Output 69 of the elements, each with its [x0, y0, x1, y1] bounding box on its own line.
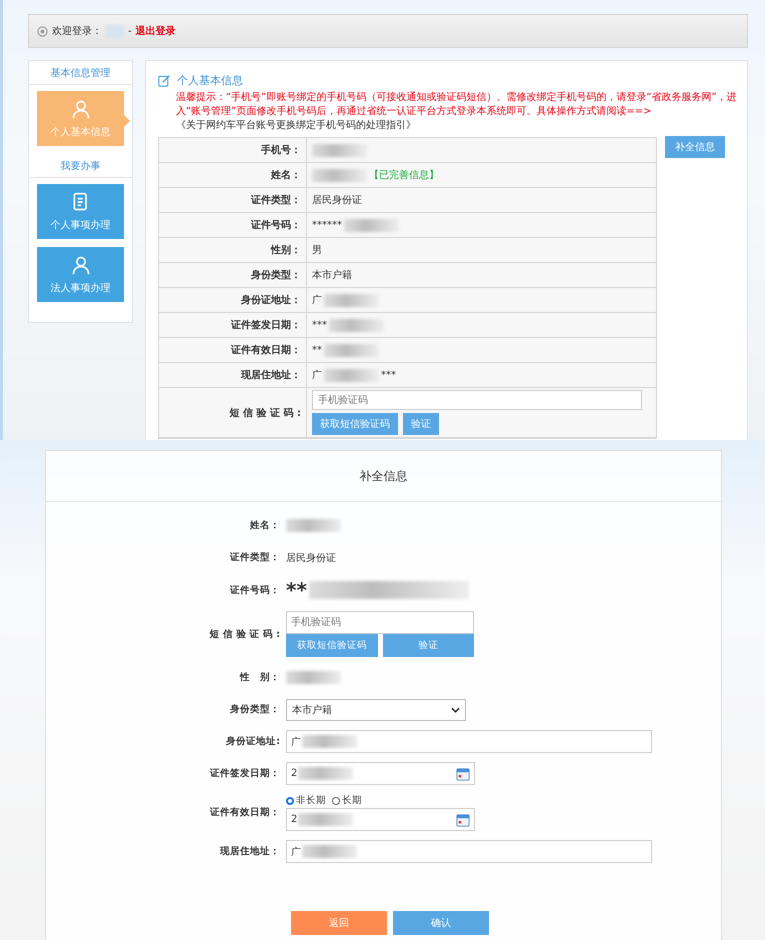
sms-button[interactable]: 验证 — [382, 634, 474, 657]
edit-icon — [158, 74, 171, 87]
chevron-down-icon — [451, 706, 460, 712]
field-label: 证件类型： — [159, 188, 307, 212]
text-field[interactable]: 2 — [286, 762, 475, 785]
field-value: 居民身份证 — [286, 552, 336, 564]
sms-button[interactable]: 获取短信验证码 — [312, 413, 398, 435]
field-label: 身份类型： — [159, 263, 307, 287]
text-field[interactable]: 2 — [286, 808, 475, 831]
field-value: *** — [381, 370, 396, 380]
field-label: 证件类型： — [228, 551, 281, 564]
field-value: 本市户籍 — [312, 268, 352, 282]
text-field[interactable]: 广 — [286, 730, 652, 753]
field-value: ** — [286, 578, 307, 602]
field-value: 男 — [312, 244, 322, 257]
field-value: 居民身份证 — [312, 194, 362, 207]
field-label: 证件签发日期： — [208, 767, 281, 780]
user-circle-icon — [37, 26, 48, 36]
guide-link[interactable]: 《关于网约车平台账号更换绑定手机号码的处理指引》 — [176, 120, 416, 131]
notice-text: 温馨提示：“手机号”即账号绑定的手机号码（可接收通知或验证码短信）。需修改绑定手机号码的，请登录“省政务服务网”，进入“账号管理”页面修改手机号码后，再通过省统一认证平台方式登录本系统即可。具体操作方式请阅读==> — [176, 92, 737, 117]
field-label: 短 信 验 证 码 : — [159, 388, 307, 437]
logout-link[interactable]: 退出登录 — [136, 24, 176, 38]
radio-option[interactable]: 长期 — [332, 794, 362, 807]
sms-button[interactable]: 验证 — [403, 413, 439, 435]
separator-text: - — [128, 26, 132, 36]
field-label: 现居住地址： — [218, 845, 281, 858]
field-label: 证件号码： — [228, 584, 281, 596]
sidebar-item[interactable]: 法人事项办理 — [37, 247, 124, 302]
field-label: 手机号： — [159, 138, 307, 162]
welcome-text: 欢迎登录： — [52, 24, 102, 38]
field-label: 姓名： — [159, 163, 307, 187]
field-value: 广 — [312, 368, 322, 382]
field-value: ****** — [312, 220, 342, 230]
sidebar-section-title: 基本信息管理 — [29, 61, 132, 85]
status-text: 【已完善信息】 — [369, 168, 439, 182]
field-value: ** — [312, 344, 322, 356]
dialog-title: 补全信息 — [46, 451, 721, 502]
field-label: 短 信 验 证 码 : — [208, 628, 281, 640]
sms-code-field[interactable]: 手机验证码 — [312, 390, 642, 410]
field-label: 证件号码： — [159, 213, 307, 237]
field-label: 证件有效日期： — [208, 806, 281, 819]
radio-button[interactable] — [332, 796, 340, 804]
sms-button[interactable]: 获取短信验证码 — [286, 634, 378, 657]
field-label: 性别： — [159, 238, 307, 262]
field-value: 广 — [312, 294, 322, 307]
field-label: 身份证地址: — [225, 735, 281, 748]
calendar-icon[interactable] — [456, 812, 470, 826]
text-field[interactable]: 广 — [286, 840, 652, 863]
form-button[interactable]: 确认 — [393, 911, 489, 935]
field-label: 证件签发日期： — [159, 313, 307, 337]
complete-info-button[interactable]: 补全信息 — [665, 136, 725, 158]
field-label: 性 别： — [238, 671, 281, 684]
field-label: 身份类型： — [229, 703, 281, 716]
identity-type-select[interactable]: 本市户籍 — [286, 698, 466, 720]
sms-code-field[interactable]: 手机验证码 — [286, 611, 474, 634]
person-icon — [70, 254, 90, 274]
radio-button[interactable] — [286, 796, 294, 804]
field-label: 现居住地址： — [159, 363, 307, 387]
field-label: 证件有效日期： — [159, 338, 307, 362]
sidebar-section-title: 我要办事 — [29, 154, 132, 178]
section-title: 个人基本信息 — [177, 73, 243, 88]
field-label: 身份证地址： — [159, 288, 307, 312]
calendar-icon[interactable] — [456, 766, 470, 780]
field-label: 姓名： — [248, 519, 281, 532]
field-value: *** — [312, 320, 327, 330]
person-icon — [70, 98, 90, 118]
form-button[interactable]: 返回 — [291, 911, 387, 935]
sidebar-item[interactable]: 个人事项办理 — [37, 184, 124, 239]
radio-option[interactable]: 非长期 — [286, 794, 326, 807]
